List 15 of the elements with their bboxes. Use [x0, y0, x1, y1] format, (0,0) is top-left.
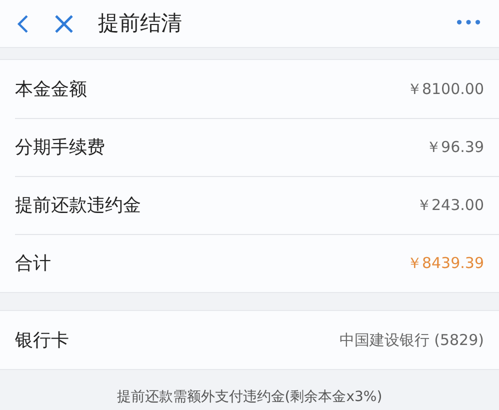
item-label: 分期手续费 — [15, 136, 105, 160]
bank-card-value[interactable]: 中国建设银行 (5829) — [339, 328, 484, 352]
item-amount: ￥8100.00 — [406, 78, 484, 100]
close-icon[interactable] — [54, 14, 74, 34]
back-icon[interactable] — [16, 14, 30, 34]
page-title: 提前结清 — [98, 10, 182, 37]
bank-card-label: 银行卡 — [15, 328, 69, 352]
item-label: 合计 — [15, 252, 51, 276]
item-label: 本金金额 — [15, 78, 87, 102]
item-amount: ￥96.39 — [426, 137, 484, 158]
penalty-note: 提前还款需额外支付违约金(剩余本金x3%) — [116, 388, 384, 407]
item-amount: ￥243.00 — [416, 195, 484, 216]
more-button[interactable]: ••• — [455, 14, 483, 34]
total-amount: ￥8439.39 — [406, 253, 484, 274]
item-label: 提前还款违约金 — [15, 194, 141, 218]
